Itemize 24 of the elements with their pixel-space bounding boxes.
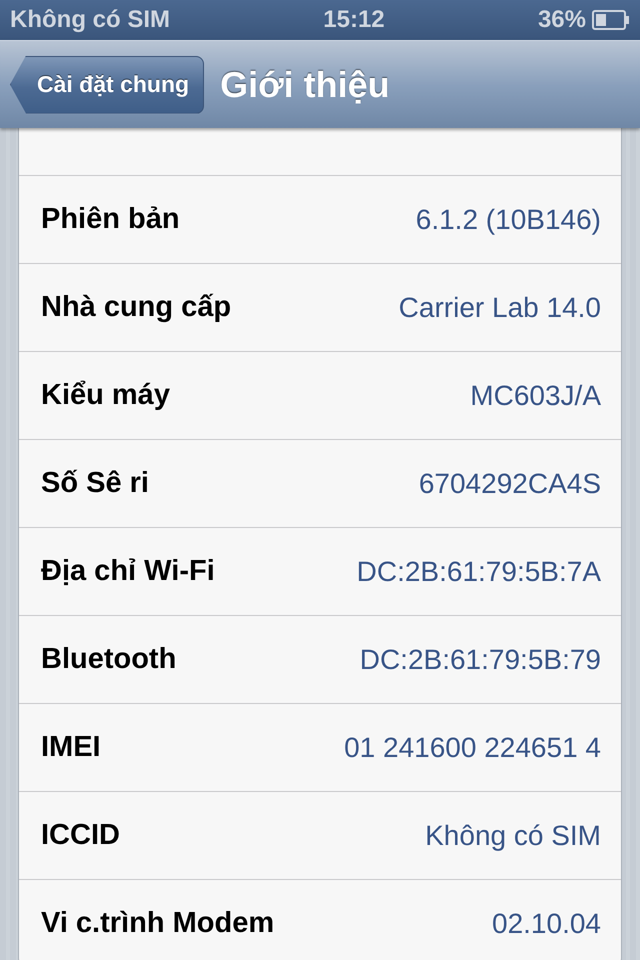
page-title: Giới thiệu [220, 64, 390, 106]
row-label: Nhà cung cấp [41, 291, 232, 324]
row-label: IMEI [41, 731, 101, 764]
row-label: ICCID [41, 819, 120, 852]
row-value: Carrier Lab 14.0 [398, 292, 601, 324]
back-button[interactable]: Cài đặt chung [10, 56, 204, 114]
row-label: Số Sê ri [41, 467, 149, 500]
row-value: 01 241600 224651 4 [344, 732, 601, 764]
row-value: DC:2B:61:79:5B:7A [356, 556, 601, 588]
row-label: Phiên bản [41, 203, 180, 236]
row-label: Bluetooth [41, 643, 176, 676]
clock-text: 15:12 [323, 6, 385, 34]
row-label: Địa chỉ Wi-Fi [41, 555, 215, 588]
carrier-text: Không có SIM [10, 6, 170, 34]
row-label: Vi c.trình Modem [41, 907, 274, 940]
row-value: 6.1.2 (10B146) [416, 204, 601, 236]
row-value: 02.10.04 [492, 908, 601, 940]
row-value: DC:2B:61:79:5B:79 [360, 644, 601, 676]
battery-icon [592, 10, 630, 30]
row-value: 6704292CA4S [418, 468, 601, 500]
row-label: Kiểu máy [41, 379, 170, 412]
battery-percent: 36% [538, 6, 586, 34]
row-value: MC603J/A [470, 380, 601, 412]
row-value: Không có SIM [425, 820, 601, 852]
